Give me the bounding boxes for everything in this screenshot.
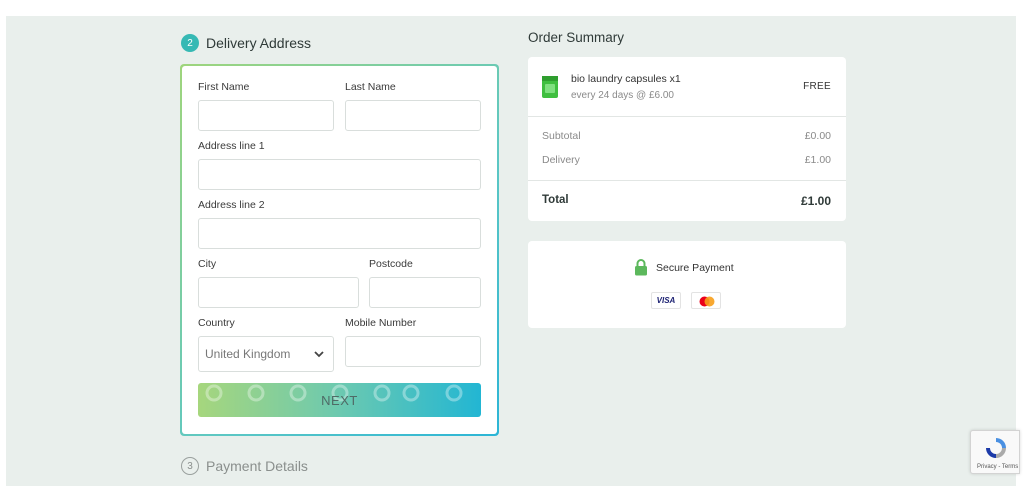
divider: [528, 116, 846, 117]
secure-payment-card: Secure Payment VISA: [528, 241, 846, 328]
postcode-label: Postcode: [369, 258, 413, 270]
product-price: FREE: [803, 81, 831, 92]
mobile-label: Mobile Number: [345, 317, 417, 329]
last-name-field[interactable]: [345, 100, 481, 131]
delivery-form: First Name Last Name Address line 1 Addr…: [182, 66, 497, 434]
recaptcha-icon: [986, 438, 1006, 458]
address2-field[interactable]: [198, 218, 481, 249]
delivery-form-card: First Name Last Name Address line 1 Addr…: [180, 64, 499, 436]
step-payment-header[interactable]: 3 Payment Details: [181, 457, 308, 475]
order-summary-card: bio laundry capsules x1 every 24 days @ …: [528, 57, 846, 221]
country-label: Country: [198, 317, 235, 329]
address2-label: Address line 2: [198, 199, 265, 211]
address1-field[interactable]: [198, 159, 481, 190]
delivery-value: £1.00: [804, 154, 831, 166]
order-summary-title: Order Summary: [528, 30, 625, 45]
step-number-badge: 3: [181, 457, 199, 475]
product-pouch-icon: [542, 76, 558, 98]
step-number-badge: 2: [181, 34, 199, 52]
subtotal-value: £0.00: [804, 130, 831, 142]
visa-card-badge: VISA: [651, 292, 681, 309]
country-select[interactable]: United Kingdom: [198, 336, 334, 372]
delivery-label: Delivery: [542, 154, 580, 166]
step-delivery-header: 2 Delivery Address: [181, 34, 311, 52]
secure-payment-text: Secure Payment: [656, 262, 734, 274]
country-selected-value: United Kingdom: [205, 347, 291, 361]
step-title: Payment Details: [206, 458, 308, 474]
subtotal-label: Subtotal: [542, 130, 581, 142]
city-label: City: [198, 258, 217, 270]
divider: [528, 180, 846, 181]
first-name-label: First Name: [198, 81, 250, 93]
product-subscription: every 24 days @ £6.00: [571, 90, 674, 101]
lock-icon: [635, 259, 647, 276]
mastercard-icon: [691, 292, 721, 309]
city-field[interactable]: [198, 277, 359, 308]
chevron-down-icon: [314, 351, 324, 358]
total-label: Total: [542, 194, 569, 206]
next-button[interactable]: NEXT: [198, 383, 481, 417]
first-name-field[interactable]: [198, 100, 334, 131]
next-button-label: NEXT: [321, 392, 358, 408]
address1-label: Address line 1: [198, 140, 265, 152]
last-name-label: Last Name: [345, 81, 396, 93]
mobile-number-field[interactable]: [345, 336, 481, 367]
product-name: bio laundry capsules x1: [571, 73, 681, 85]
step-title: Delivery Address: [206, 35, 312, 51]
page-background: [6, 16, 1016, 486]
total-value: £1.00: [800, 194, 831, 208]
recaptcha-badge[interactable]: Privacy - Terms: [970, 430, 1020, 474]
postcode-field[interactable]: [369, 277, 481, 308]
recaptcha-links[interactable]: Privacy - Terms: [977, 464, 1018, 470]
